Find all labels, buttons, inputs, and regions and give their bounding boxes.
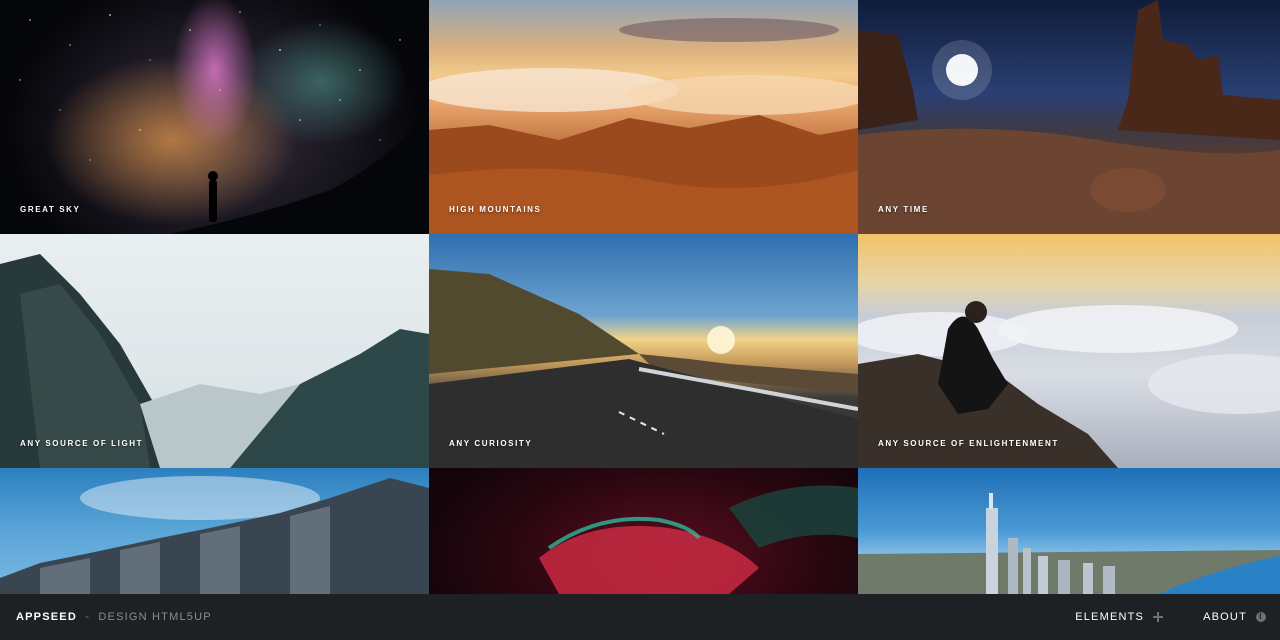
tile-caption: High Mountains: [449, 205, 542, 214]
tile-caption: Any Time: [878, 205, 929, 214]
nav-elements-label: Elements: [1075, 611, 1145, 623]
footer-nav: Elements About i: [1075, 611, 1266, 623]
brand-separator: -: [85, 611, 91, 623]
nav-elements[interactable]: Elements: [1075, 611, 1164, 623]
brand-credit[interactable]: Design HTML5UP: [98, 611, 211, 623]
high-mountains-image: [429, 0, 858, 234]
gallery-tile-great-sky[interactable]: Great Sky: [0, 0, 429, 234]
nav-about[interactable]: About i: [1203, 611, 1266, 623]
city-image: [858, 468, 1280, 594]
hands-image: [429, 468, 858, 594]
image-gallery: Great Sky High Mountains Any Ti: [0, 0, 1280, 594]
gallery-tile-building[interactable]: [0, 468, 429, 594]
gallery-tile-high-mountains[interactable]: High Mountains: [429, 0, 858, 234]
gallery-tile-any-time[interactable]: Any Time: [858, 0, 1280, 234]
any-source-of-enlightenment-image: [858, 234, 1280, 468]
footer-bar: AppSeed - Design HTML5UP Elements About …: [0, 594, 1280, 640]
plus-icon: [1153, 612, 1164, 622]
any-curiosity-image: [429, 234, 858, 468]
gallery-tile-any-curiosity[interactable]: Any Curiosity: [429, 234, 858, 468]
info-icon: i: [1256, 612, 1266, 622]
any-time-image: [858, 0, 1280, 234]
gallery-tile-any-source-of-light[interactable]: Any Source of Light: [0, 234, 429, 468]
gallery-tile-any-source-of-enlightenment[interactable]: Any Source of Enlightenment: [858, 234, 1280, 468]
nav-about-label: About: [1203, 611, 1247, 623]
tile-caption: Any Curiosity: [449, 439, 533, 448]
tile-caption: Great Sky: [20, 205, 81, 214]
great-sky-image: [0, 0, 429, 234]
brand-name[interactable]: AppSeed: [16, 611, 77, 623]
gallery-tile-city[interactable]: [858, 468, 1280, 594]
building-image: [0, 468, 429, 594]
tile-caption: Any Source of Light: [20, 439, 144, 448]
gallery-tile-hands[interactable]: [429, 468, 858, 594]
tile-caption: Any Source of Enlightenment: [878, 439, 1059, 448]
any-source-of-light-image: [0, 234, 429, 468]
brand: AppSeed - Design HTML5UP: [16, 611, 212, 623]
